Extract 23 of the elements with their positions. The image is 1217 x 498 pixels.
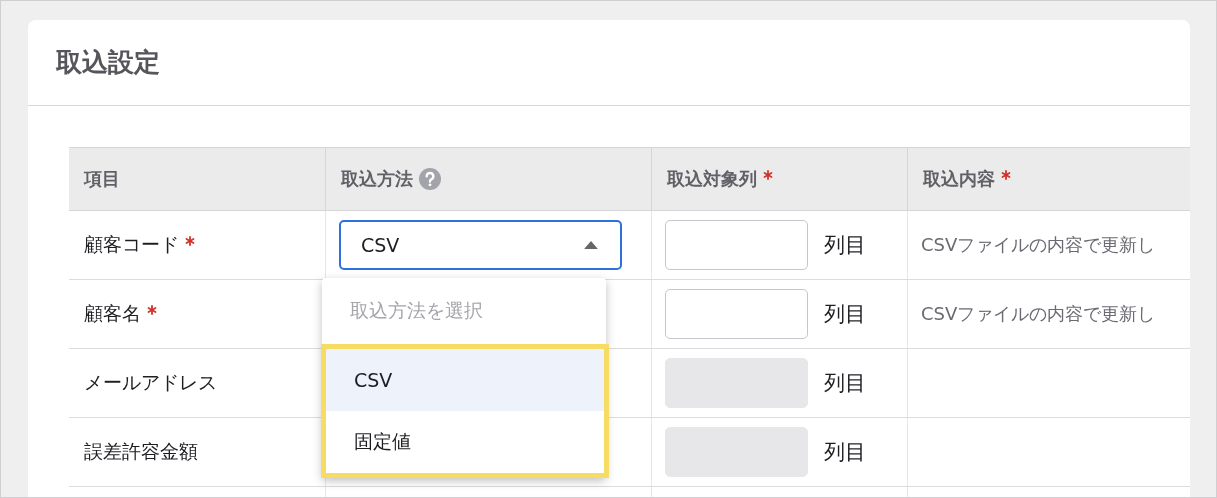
content-text: CSVファイルの内容で更新し	[921, 234, 1156, 255]
method-select[interactable]: CSV	[339, 220, 622, 270]
dropdown-option[interactable]: 固定値	[326, 411, 604, 473]
row-label: メールアドレス	[84, 371, 217, 393]
unit-label: 列目	[824, 232, 866, 259]
column-header: 取込内容	[923, 168, 995, 189]
column-header: 項目	[84, 168, 120, 189]
column-input[interactable]	[665, 289, 808, 339]
caret-icon	[584, 241, 598, 249]
help-icon[interactable]	[419, 168, 441, 190]
row-label: 顧客コード	[84, 233, 179, 255]
dropdown-option[interactable]: CSV	[326, 349, 604, 411]
content-text: CSVファイルの内容で更新し	[921, 303, 1156, 324]
dropdown-prompt: 取込方法を選択	[349, 298, 484, 323]
unit-label: 列目	[824, 301, 866, 328]
unit-label: 列目	[824, 439, 866, 466]
row-label: 顧客名	[84, 302, 141, 324]
row-label: 誤差許容金額	[84, 440, 198, 462]
column-header: 取込方法	[341, 168, 413, 189]
unit-label: 列目	[824, 370, 866, 397]
column-header: 取込対象列	[667, 168, 757, 189]
page-title: 取込設定	[56, 46, 160, 79]
column-input[interactable]	[665, 220, 808, 270]
